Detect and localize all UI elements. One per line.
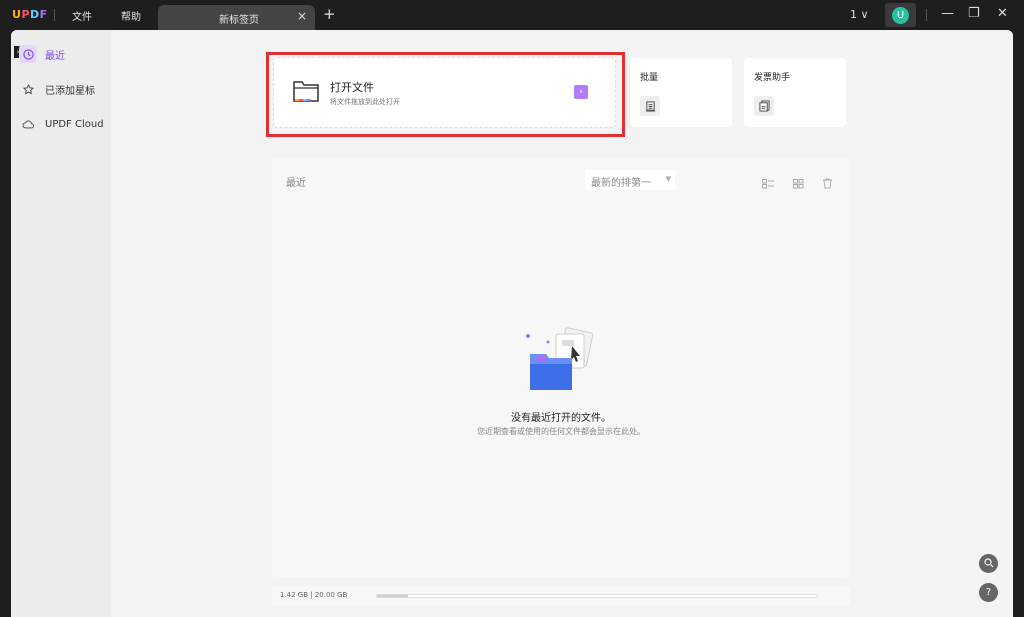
storage-progress-fill	[377, 595, 409, 597]
menu-help[interactable]: 帮助	[121, 8, 141, 23]
page-count-dropdown[interactable]: 1 ∨	[850, 8, 869, 21]
cloud-icon	[19, 115, 37, 133]
chevron-down-icon: ▼	[665, 175, 671, 183]
title-bar: UPDF 文件 帮助 新标签页 × + 1 ∨ U — ❐ ✕	[0, 0, 1024, 30]
sidebar-item-label: 已添加星标	[45, 85, 95, 97]
help-button[interactable]: ?	[979, 583, 998, 602]
avatar: U	[892, 7, 909, 24]
clock-icon	[19, 45, 37, 63]
list-view-icon[interactable]	[762, 174, 774, 193]
trash-icon[interactable]	[822, 174, 833, 193]
storage-bar: 1.42 GB | 20.00 GB	[272, 586, 850, 606]
sort-dropdown[interactable]: 最新的排第一 ▼	[585, 170, 675, 190]
highlight-box	[266, 52, 625, 137]
storage-progress	[376, 594, 818, 598]
app-window: › 最近 已添加星标 UPDF Cloud 打开文件 将文件拖放到此处打开 › …	[11, 30, 1013, 617]
sidebar-item-recent[interactable]: 最近	[19, 41, 109, 67]
minimize-button[interactable]: —	[941, 6, 954, 21]
recent-panel: 最近 最新的排第一 ▼ 没有最近打开的文件。 您近期查看或使用的任何文件都会显示…	[272, 157, 850, 577]
menu-file[interactable]: 文件	[72, 8, 92, 23]
empty-state-subtitle: 您近期查看或使用的任何文件都会显示在此处。	[477, 427, 645, 436]
sidebar-item-cloud[interactable]: UPDF Cloud	[19, 111, 109, 137]
batch-title: 批量	[640, 73, 659, 83]
new-tab-button[interactable]: +	[323, 5, 336, 23]
sidebar-item-starred[interactable]: 已添加星标	[19, 76, 109, 102]
search-button[interactable]	[979, 554, 998, 573]
tab-close-icon[interactable]: ×	[297, 9, 307, 23]
sidebar-item-label: UPDF Cloud	[45, 118, 104, 130]
divider	[926, 9, 927, 21]
batch-card[interactable]: 批量	[630, 58, 732, 127]
restore-button[interactable]: ❐	[968, 6, 980, 21]
updf-logo: UPDF	[12, 8, 48, 21]
stack-icon	[640, 96, 660, 116]
close-window-button[interactable]: ✕	[997, 6, 1008, 21]
tab-label: 新标签页	[219, 15, 259, 26]
divider	[54, 9, 55, 21]
grid-view-icon[interactable]	[793, 174, 804, 193]
tab-new[interactable]: 新标签页 ×	[158, 5, 315, 30]
empty-folder-illustration	[524, 324, 604, 403]
invoice-title: 发票助手	[754, 73, 791, 83]
storage-text: 1.42 GB | 20.00 GB	[280, 591, 348, 599]
star-icon	[19, 80, 37, 98]
search-icon	[983, 558, 993, 568]
sort-value: 最新的排第一	[591, 178, 651, 189]
main-content: 打开文件 将文件拖放到此处打开 › 批量 发票助手 最近 最新的排第一 ▼ 没有…	[111, 30, 1013, 617]
invoice-card[interactable]: 发票助手	[744, 58, 846, 127]
sidebar-item-label: 最近	[45, 50, 65, 62]
invoice-icon	[754, 96, 774, 116]
account-button[interactable]: U	[885, 3, 916, 27]
recent-heading: 最近	[286, 178, 306, 189]
empty-state-title: 没有最近打开的文件。	[511, 413, 611, 424]
sidebar: › 最近 已添加星标 UPDF Cloud	[11, 30, 111, 617]
